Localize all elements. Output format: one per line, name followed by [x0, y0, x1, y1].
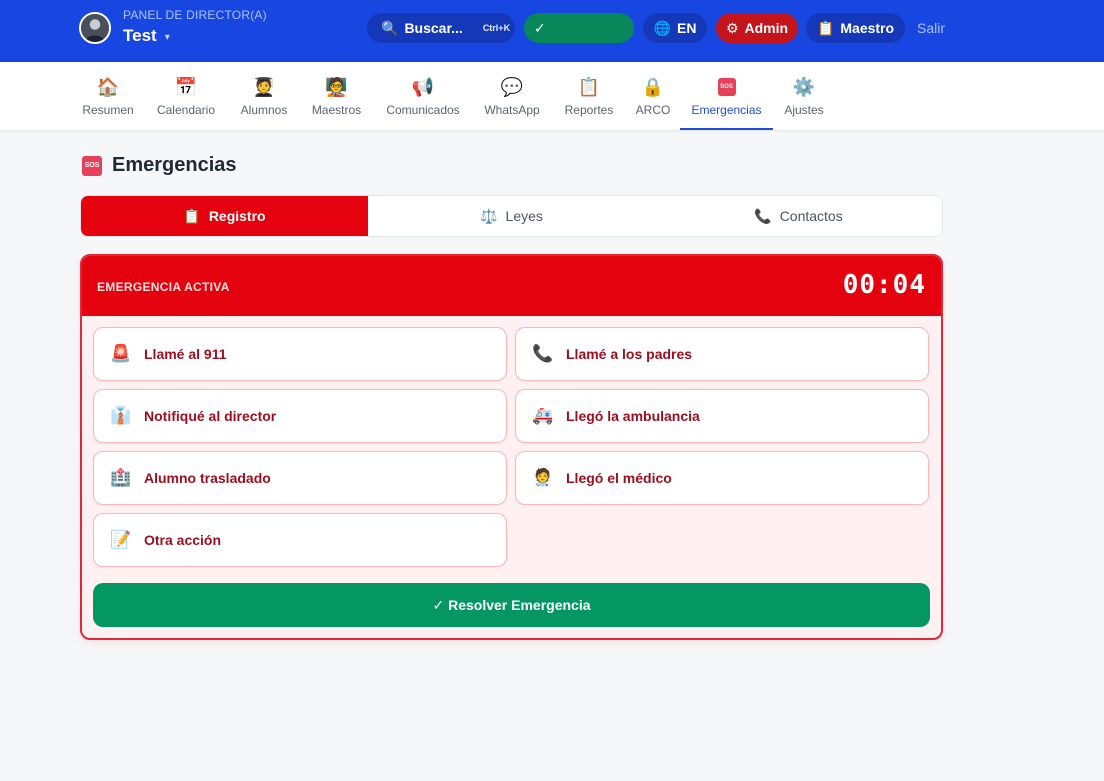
tab-leyes[interactable]: ⚖️ Leyes [368, 196, 655, 236]
student-icon: 🧑‍🎓 [252, 77, 276, 97]
user-avatar[interactable] [79, 12, 111, 44]
tab-registro[interactable]: 📋 Registro [81, 196, 368, 236]
sos-icon: SOS [717, 76, 736, 98]
tab-label: Leyes [505, 208, 543, 224]
language-label: EN [676, 20, 697, 36]
nav-label: Comunicados [386, 103, 460, 117]
clipboard-icon: 📋 [816, 19, 835, 36]
nav-item-maestros[interactable]: 🧑‍🏫 Maestros [309, 62, 364, 130]
doctor-icon: 🧑‍⚕️ [532, 468, 554, 487]
search-icon: 🔍 [381, 19, 399, 36]
action-student-transferred-button[interactable]: 🏥 Alumno trasladado [93, 451, 507, 505]
globe-icon: 🌐 [653, 19, 671, 36]
admin-label: Admin [744, 20, 789, 36]
nav-item-resumen[interactable]: 🏠 Resumen [81, 62, 135, 130]
clipboard-icon: 📋 [577, 77, 601, 97]
nav-item-reportes[interactable]: 📋 Reportes [561, 62, 617, 130]
sos-badge: SOS [717, 78, 736, 96]
avatar-image [81, 14, 109, 42]
action-called-parents-button[interactable]: 📞 Llamé a los padres [515, 327, 929, 381]
search-label: Buscar... [404, 20, 463, 36]
teacher-icon: 🧑‍🏫 [325, 77, 348, 97]
language-button[interactable]: 🌐 EN [643, 13, 707, 43]
chat-bubble-icon: 💬 [500, 77, 524, 97]
nav-label: Emergencias [691, 103, 762, 117]
tab-label: Registro [208, 208, 266, 224]
teacher-button[interactable]: 📋 Maestro [806, 13, 905, 43]
check-icon: ✓ [534, 19, 546, 36]
search-button[interactable]: 🔍 Buscar... Ctrl+K [367, 13, 515, 43]
action-doctor-arrived-button[interactable]: 🧑‍⚕️ Llegó el médico [515, 451, 929, 505]
nav-label: Alumnos [240, 103, 288, 117]
chevron-down-icon: ▾ [164, 32, 170, 43]
action-label: Llamé al 911 [144, 346, 227, 362]
nav-label: Calendario [156, 103, 216, 117]
main-nav: 🏠 Resumen 📅 Calendario 🧑‍🎓 Alumnos 🧑‍🏫 M… [0, 62, 1104, 131]
director-icon: 👔 [110, 406, 132, 425]
admin-button[interactable]: ⚙ Admin [716, 13, 798, 43]
panel-subtitle: PANEL DE DIRECTOR(A) [123, 8, 267, 22]
phone-icon: 📞 [532, 344, 554, 363]
action-ambulance-arrived-button[interactable]: 🚑 Llegó la ambulancia [515, 389, 929, 443]
action-label: Llegó el médico [566, 470, 672, 486]
nav-label: Ajustes [784, 103, 824, 117]
action-other-button[interactable]: 📝 Otra acción [93, 513, 507, 567]
nav-label: WhatsApp [484, 103, 540, 117]
resolve-emergency-button[interactable]: ✓ Resolver Emergencia [93, 583, 930, 627]
emergency-timer: 00:04 [842, 270, 926, 300]
action-label: Notifiqué al director [144, 408, 277, 424]
school-switcher[interactable]: Test ▾ [123, 26, 170, 46]
clipboard-icon: 📋 [183, 207, 201, 224]
nav-item-emergencias[interactable]: SOS Emergencias [680, 62, 773, 130]
nav-label: Maestros [311, 103, 362, 117]
memo-icon: 📝 [110, 530, 132, 549]
nav-item-whatsapp[interactable]: 💬 WhatsApp [481, 62, 543, 130]
nav-label: Resumen [82, 103, 134, 117]
lock-icon: 🔒 [641, 77, 665, 97]
emergency-tabs: 📋 Registro ⚖️ Leyes 📞 Contactos [80, 195, 943, 237]
emergency-status-label: EMERGENCIA ACTIVA [97, 280, 230, 294]
phone-icon: 📞 [754, 207, 772, 224]
gear-icon: ⚙ [725, 19, 739, 36]
action-label: Llegó la ambulancia [566, 408, 700, 424]
sos-icon: SOS [82, 155, 102, 176]
emergency-header: EMERGENCIA ACTIVA 00:04 [82, 256, 941, 316]
action-called-911-button[interactable]: 🚨 Llamé al 911 [93, 327, 507, 381]
siren-icon: 🚨 [110, 344, 132, 363]
action-label: Alumno trasladado [144, 470, 271, 486]
nav-item-ajustes[interactable]: ⚙️ Ajustes [782, 62, 826, 130]
tab-contactos[interactable]: 📞 Contactos [655, 196, 942, 236]
hospital-icon: 🏥 [110, 468, 132, 487]
nav-item-calendario[interactable]: 📅 Calendario [155, 62, 217, 130]
active-emergency-card: EMERGENCIA ACTIVA 00:04 🚨 Llamé al 911 📞… [80, 254, 943, 640]
scales-icon: ⚖️ [480, 207, 498, 224]
home-icon: 🏠 [96, 77, 120, 97]
action-label: Llamé a los padres [566, 346, 693, 362]
calendar-icon: 📅 [174, 77, 198, 97]
page-title-text: Emergencias [112, 154, 237, 176]
action-notified-director-button[interactable]: 👔 Notifiqué al director [93, 389, 507, 443]
nav-item-alumnos[interactable]: 🧑‍🎓 Alumnos [237, 62, 291, 130]
nav-label: Reportes [564, 103, 614, 117]
ambulance-icon: 🚑 [532, 406, 554, 425]
top-bar: PANEL DE DIRECTOR(A) Test ▾ 🔍 Buscar... … [0, 0, 1104, 62]
search-shortcut: Ctrl+K [482, 23, 511, 33]
logout-link[interactable]: Salir [917, 20, 945, 36]
action-label: Otra acción [144, 532, 222, 548]
nav-label: ARCO [635, 103, 671, 117]
page-title: SOS Emergencias [82, 154, 237, 177]
tab-label: Contactos [779, 208, 843, 224]
school-name: Test [123, 26, 157, 45]
status-indicator-button[interactable]: ✓ [524, 13, 634, 43]
megaphone-icon: 📢 [411, 77, 435, 97]
teacher-label: Maestro [840, 20, 895, 36]
nav-item-arco[interactable]: 🔒 ARCO [634, 62, 672, 130]
gear-icon: ⚙️ [792, 77, 816, 97]
nav-item-comunicados[interactable]: 📢 Comunicados [383, 62, 463, 130]
